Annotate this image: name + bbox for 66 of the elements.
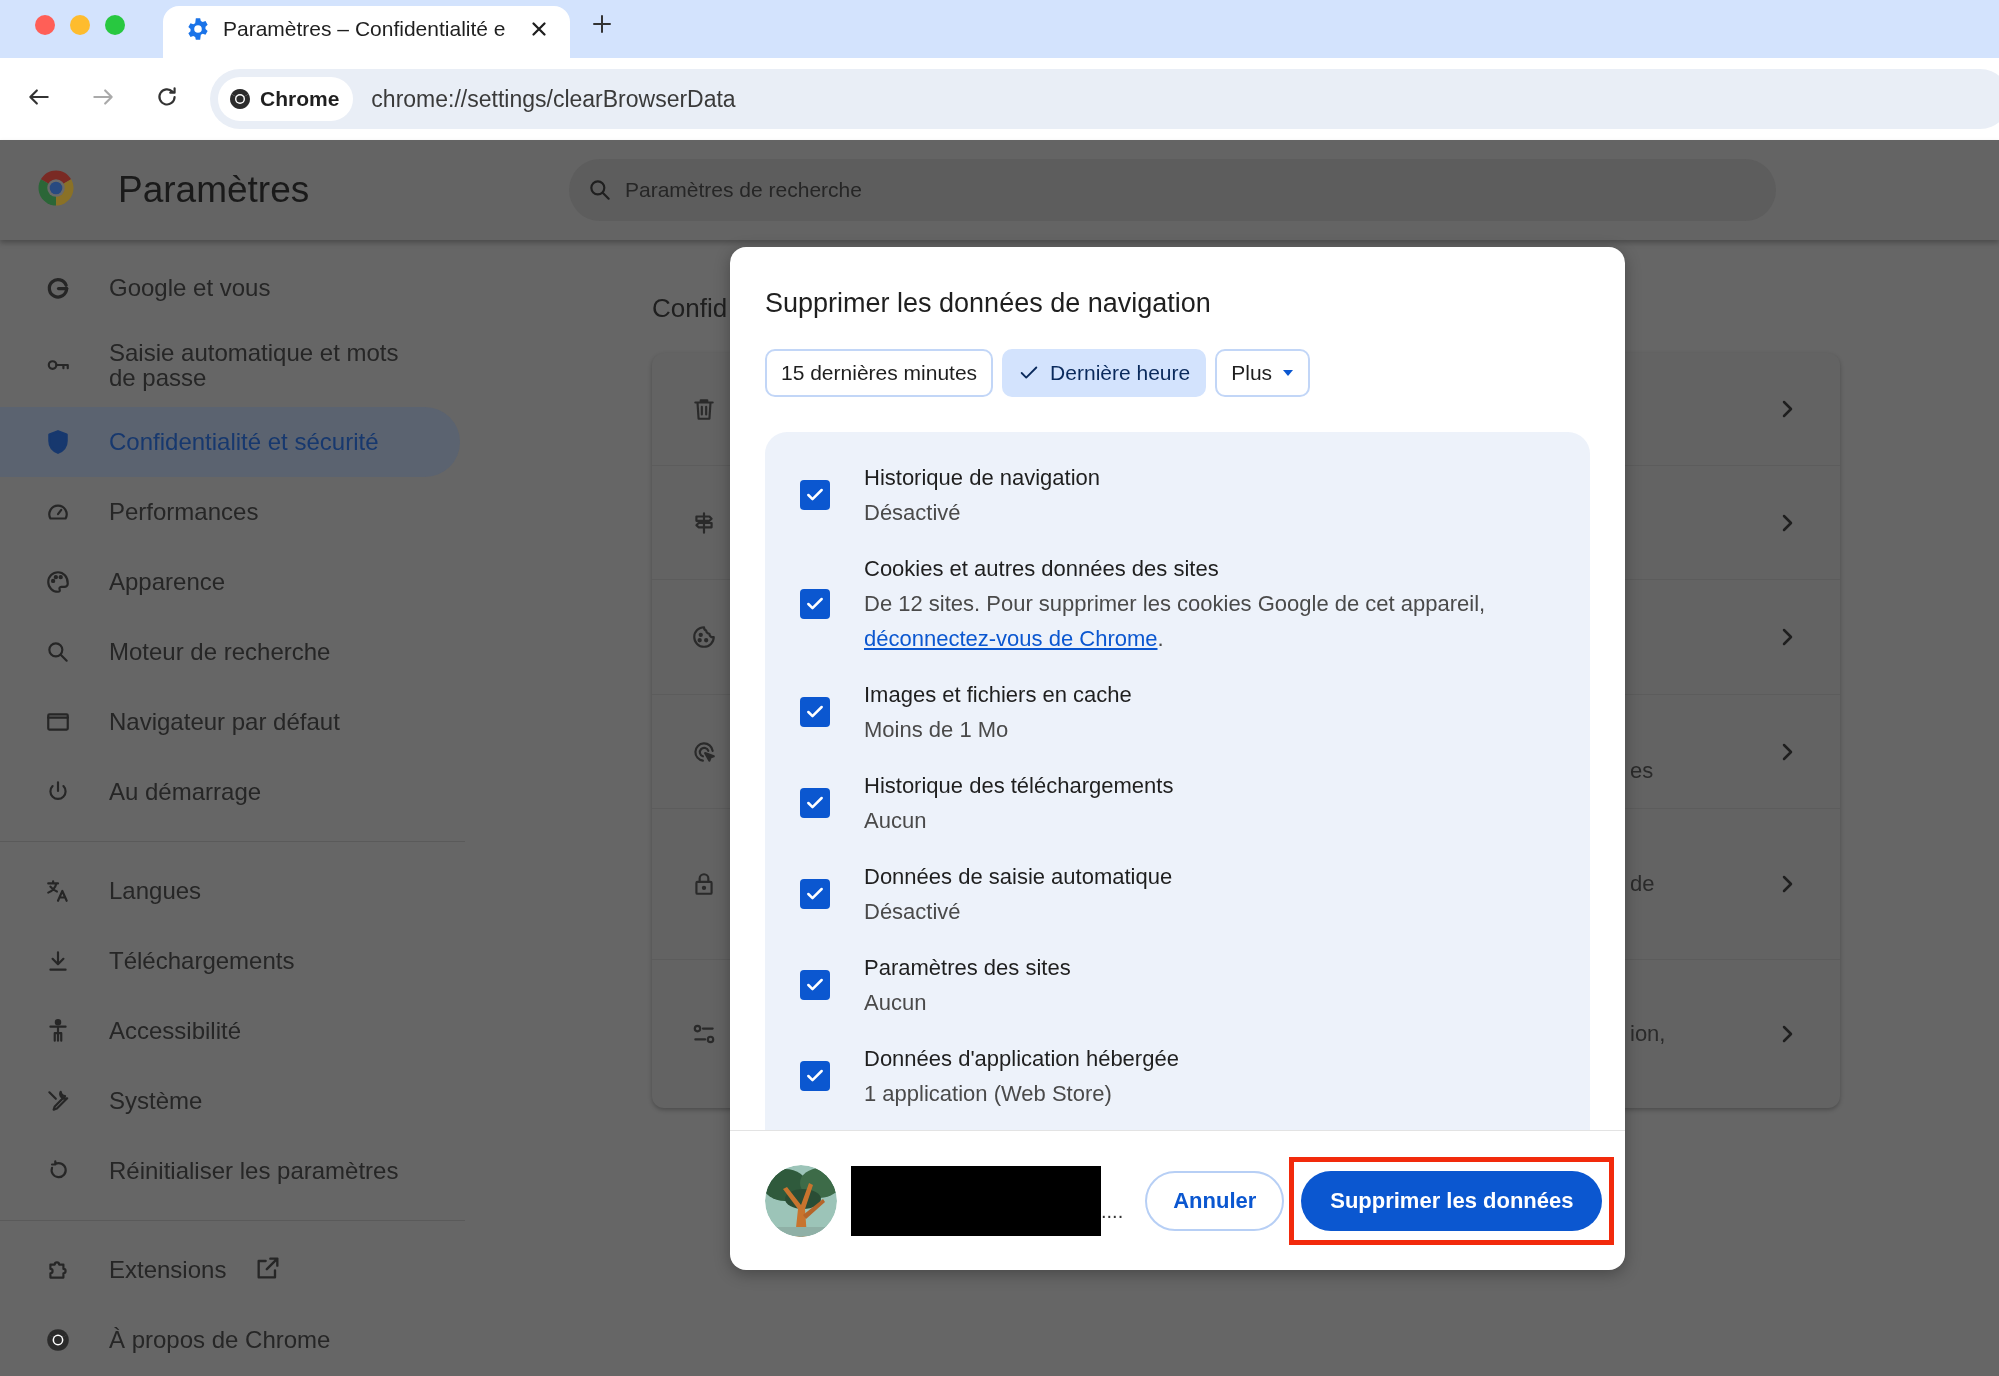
sidebar-item[interactable]: Téléchargements	[0, 926, 460, 996]
checkbox[interactable]	[800, 697, 830, 727]
option-title: Données d'application hébergée	[864, 1045, 1179, 1073]
sidebar-item[interactable]: Navigateur par défaut	[0, 687, 460, 757]
option-detail: Désactivé	[864, 898, 962, 926]
time-range-chip[interactable]: Dernière heure	[1002, 349, 1207, 397]
option-title: Paramètres des sites	[864, 954, 1071, 982]
caret-icon	[1282, 369, 1295, 377]
checkbox[interactable]	[800, 480, 830, 510]
option-detail: Aucun	[864, 807, 928, 835]
option-title: Historique des téléchargements	[864, 772, 1174, 800]
option-title: Cookies et autres données des sites	[864, 555, 1220, 583]
checkbox[interactable]	[800, 588, 830, 619]
trash-icon	[691, 396, 717, 422]
account-name: ....	[1101, 1200, 1124, 1223]
palette-icon	[45, 569, 71, 595]
logo-icon	[45, 1327, 71, 1353]
cancel-button[interactable]: Annuler	[1145, 1170, 1285, 1231]
option-title: Historique de navigation	[864, 464, 1101, 492]
site-chip[interactable]: Chrome	[218, 77, 354, 121]
option-title: Données de saisie automatique	[864, 863, 1173, 891]
sidebar-item[interactable]: Moteur de recherche	[0, 617, 460, 687]
translate-icon	[45, 878, 71, 904]
cookie-icon	[691, 624, 717, 650]
sidebar-item[interactable]: Au démarrage	[0, 757, 460, 827]
option-detail: Moins de 1 Mo	[864, 716, 1010, 744]
browser-tab[interactable]: Paramètres – Confidentialité e	[163, 6, 570, 58]
section-title: Confid	[652, 292, 728, 325]
option-title: Images et fichiers en cache	[864, 681, 1132, 709]
sign-out-link[interactable]: déconnectez-vous de Chrome	[864, 626, 1158, 651]
sidebar-item[interactable]: Performances	[0, 477, 460, 547]
dropdown-chip[interactable]: Plus	[1215, 349, 1311, 397]
checkbox[interactable]	[800, 1061, 830, 1091]
option-detail: Désactivé	[864, 499, 962, 527]
sidebar-item[interactable]: Accessibilité	[0, 996, 460, 1066]
plus-icon	[590, 12, 614, 36]
tab-title: Paramètres – Confidentialité e	[223, 17, 507, 41]
logo-icon	[45, 275, 71, 301]
delete-data-button[interactable]: Supprimer les données	[1301, 1170, 1603, 1231]
sidebar-item[interactable]: Langues	[0, 856, 460, 926]
time-range-chip[interactable]: 15 dernières minutes	[765, 349, 994, 397]
checkbox[interactable]	[800, 970, 830, 1000]
row-text: es	[1630, 756, 1655, 784]
logo-icon	[228, 87, 252, 111]
page-title: Paramètres	[118, 169, 311, 211]
checkbox[interactable]	[800, 879, 830, 909]
search-icon	[45, 639, 71, 665]
sidebar-item[interactable]: Google et vous	[0, 253, 460, 323]
sidebar-item[interactable]: À propos de Chrome	[0, 1305, 460, 1375]
sidebar-item[interactable]: Réinitialiser les paramètres	[0, 1136, 460, 1206]
sidebar-item[interactable]: Saisie automatique et mots de passe	[0, 323, 460, 407]
sidebar-item[interactable]: Confidentialité et sécurité	[0, 407, 460, 477]
row-text: de	[1630, 871, 1656, 897]
option-detail: De 12 sites. Pour supprimer les cookies Google de cet appareil, déconnectez-vous de Chrome.	[864, 590, 1487, 653]
option-detail: Aucun	[864, 989, 928, 1017]
address-bar[interactable]: Chrome chrome://settings/clearBrowserData	[210, 69, 1999, 129]
dialog-title: Supprimer les données de navigation	[765, 287, 1212, 320]
shield-icon	[45, 429, 71, 455]
sidebar-item[interactable]: Système	[0, 1066, 460, 1136]
url-text: chrome://settings/clearBrowserData	[371, 85, 736, 113]
sidebar-item[interactable]: Apparence	[0, 547, 460, 617]
checkbox[interactable]	[800, 788, 830, 818]
search-icon	[587, 177, 613, 203]
sidebar-item[interactable]: Extensions	[0, 1235, 460, 1305]
option-detail: 1 application (Web Store)	[864, 1080, 1113, 1108]
row-text: ion,	[1630, 1021, 1667, 1047]
